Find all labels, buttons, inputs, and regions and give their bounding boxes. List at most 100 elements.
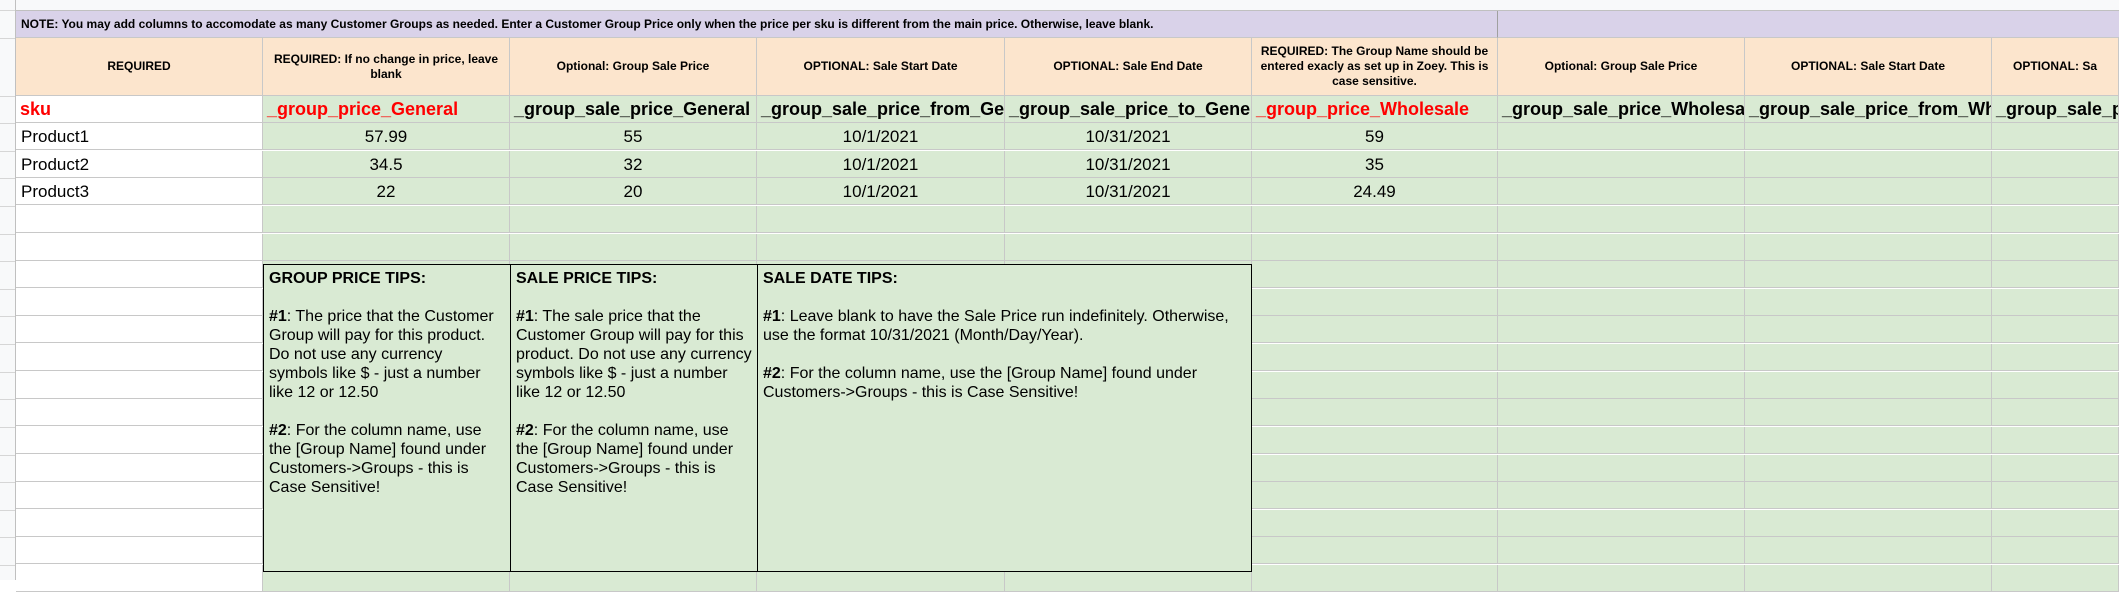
empty-cell[interactable] <box>263 234 510 261</box>
sale-date-tips-box[interactable]: SALE DATE TIPS: #1: Leave blank to have … <box>757 264 1252 572</box>
empty-cell[interactable] <box>16 206 263 233</box>
note-banner-extension[interactable] <box>1498 11 2119 38</box>
empty-cell[interactable] <box>1498 455 1745 482</box>
empty-cell[interactable] <box>1745 427 1992 454</box>
empty-cell[interactable] <box>16 482 263 509</box>
empty-cell[interactable] <box>1498 565 1745 592</box>
empty-cell[interactable] <box>16 510 263 537</box>
empty-cell[interactable] <box>1745 178 1992 205</box>
field-name-cell[interactable]: _group_sale_price_General <box>510 96 757 123</box>
empty-cell[interactable] <box>16 565 263 592</box>
empty-cell[interactable] <box>1252 289 1498 316</box>
empty-cell[interactable] <box>16 261 263 288</box>
empty-cell[interactable] <box>263 206 510 233</box>
price-cell[interactable]: 59 <box>1252 123 1498 150</box>
empty-cell[interactable] <box>1252 372 1498 399</box>
empty-cell[interactable] <box>1992 123 2119 150</box>
empty-cell[interactable] <box>1252 234 1498 261</box>
empty-cell[interactable] <box>1992 234 2119 261</box>
empty-cell[interactable] <box>1745 510 1992 537</box>
empty-cell[interactable] <box>1498 372 1745 399</box>
price-cell[interactable]: 20 <box>510 178 757 205</box>
empty-cell[interactable] <box>1992 261 2119 288</box>
empty-cell[interactable] <box>1745 344 1992 371</box>
empty-cell[interactable] <box>1252 344 1498 371</box>
empty-cell[interactable] <box>757 234 1005 261</box>
empty-cell[interactable] <box>1498 344 1745 371</box>
field-name-cell[interactable]: _group_sale_price_from_General <box>757 96 1005 123</box>
column-header-cell[interactable]: OPTIONAL: Sale Start Date <box>1745 38 1992 96</box>
empty-cell[interactable] <box>1252 261 1498 288</box>
column-header-cell[interactable]: OPTIONAL: Sa <box>1992 38 2119 96</box>
empty-cell[interactable] <box>1252 565 1498 592</box>
empty-cell[interactable] <box>1252 482 1498 509</box>
price-cell[interactable]: 24.49 <box>1252 178 1498 205</box>
column-header-cell[interactable]: REQUIRED: If no change in price, leave b… <box>263 38 510 96</box>
empty-cell[interactable] <box>1252 206 1498 233</box>
sale-price-tips-box[interactable]: SALE PRICE TIPS: #1: The sale price that… <box>510 264 758 572</box>
field-name-cell[interactable]: _group_price_Wholesale <box>1252 96 1498 123</box>
empty-cell[interactable] <box>1498 151 1745 178</box>
empty-cell[interactable] <box>1745 151 1992 178</box>
empty-cell[interactable] <box>1252 316 1498 343</box>
price-cell[interactable]: 22 <box>263 178 510 205</box>
price-cell[interactable]: 10/31/2021 <box>1005 123 1252 150</box>
empty-cell[interactable] <box>1005 206 1252 233</box>
empty-cell[interactable] <box>1252 455 1498 482</box>
empty-cell[interactable] <box>16 372 263 399</box>
empty-cell[interactable] <box>1992 151 2119 178</box>
empty-cell[interactable] <box>16 455 263 482</box>
empty-cell[interactable] <box>1745 455 1992 482</box>
empty-cell[interactable] <box>16 234 263 261</box>
price-cell[interactable]: 10/1/2021 <box>757 151 1005 178</box>
price-cell[interactable]: 32 <box>510 151 757 178</box>
empty-cell[interactable] <box>1498 537 1745 564</box>
sku-cell[interactable]: Product3 <box>16 178 263 205</box>
column-header-cell[interactable]: Optional: Group Sale Price <box>510 38 757 96</box>
empty-cell[interactable] <box>1498 234 1745 261</box>
empty-cell[interactable] <box>510 234 757 261</box>
empty-cell[interactable] <box>16 289 263 316</box>
empty-cell[interactable] <box>1745 399 1992 426</box>
empty-cell[interactable] <box>1252 537 1498 564</box>
empty-cell[interactable] <box>1498 289 1745 316</box>
empty-cell[interactable] <box>1745 482 1992 509</box>
empty-cell[interactable] <box>1992 289 2119 316</box>
empty-cell[interactable] <box>1745 289 1992 316</box>
price-cell[interactable]: 10/1/2021 <box>757 123 1005 150</box>
price-cell[interactable]: 10/31/2021 <box>1005 178 1252 205</box>
empty-cell[interactable] <box>1005 234 1252 261</box>
price-cell[interactable]: 34.5 <box>263 151 510 178</box>
group-price-tips-box[interactable]: GROUP PRICE TIPS: #1: The price that the… <box>263 264 511 572</box>
price-cell[interactable]: 10/1/2021 <box>757 178 1005 205</box>
column-header-bar[interactable] <box>16 0 2119 11</box>
empty-cell[interactable] <box>1745 372 1992 399</box>
empty-cell[interactable] <box>1498 399 1745 426</box>
empty-cell[interactable] <box>16 427 263 454</box>
sku-cell[interactable]: Product1 <box>16 123 263 150</box>
empty-cell[interactable] <box>16 344 263 371</box>
empty-cell[interactable] <box>1252 510 1498 537</box>
empty-cell[interactable] <box>510 206 757 233</box>
empty-cell[interactable] <box>1992 372 2119 399</box>
field-name-cell[interactable]: _group_sale_price_Wholesale <box>1498 96 1745 123</box>
empty-cell[interactable] <box>1745 234 1992 261</box>
column-header-cell[interactable]: OPTIONAL: Sale Start Date <box>757 38 1005 96</box>
empty-cell[interactable] <box>1498 427 1745 454</box>
price-cell[interactable]: 57.99 <box>263 123 510 150</box>
empty-cell[interactable] <box>1745 261 1992 288</box>
empty-cell[interactable] <box>1992 510 2119 537</box>
price-cell[interactable]: 55 <box>510 123 757 150</box>
empty-cell[interactable] <box>1992 482 2119 509</box>
field-name-cell[interactable]: _group_sale_price_to_General <box>1005 96 1252 123</box>
empty-cell[interactable] <box>1992 399 2119 426</box>
empty-cell[interactable] <box>1992 537 2119 564</box>
empty-cell[interactable] <box>1992 206 2119 233</box>
price-cell[interactable]: 10/31/2021 <box>1005 151 1252 178</box>
empty-cell[interactable] <box>1992 455 2119 482</box>
price-cell[interactable]: 35 <box>1252 151 1498 178</box>
empty-cell[interactable] <box>1992 178 2119 205</box>
column-header-cell[interactable]: REQUIRED <box>16 38 263 96</box>
empty-cell[interactable] <box>1498 510 1745 537</box>
column-header-cell[interactable]: Optional: Group Sale Price <box>1498 38 1745 96</box>
